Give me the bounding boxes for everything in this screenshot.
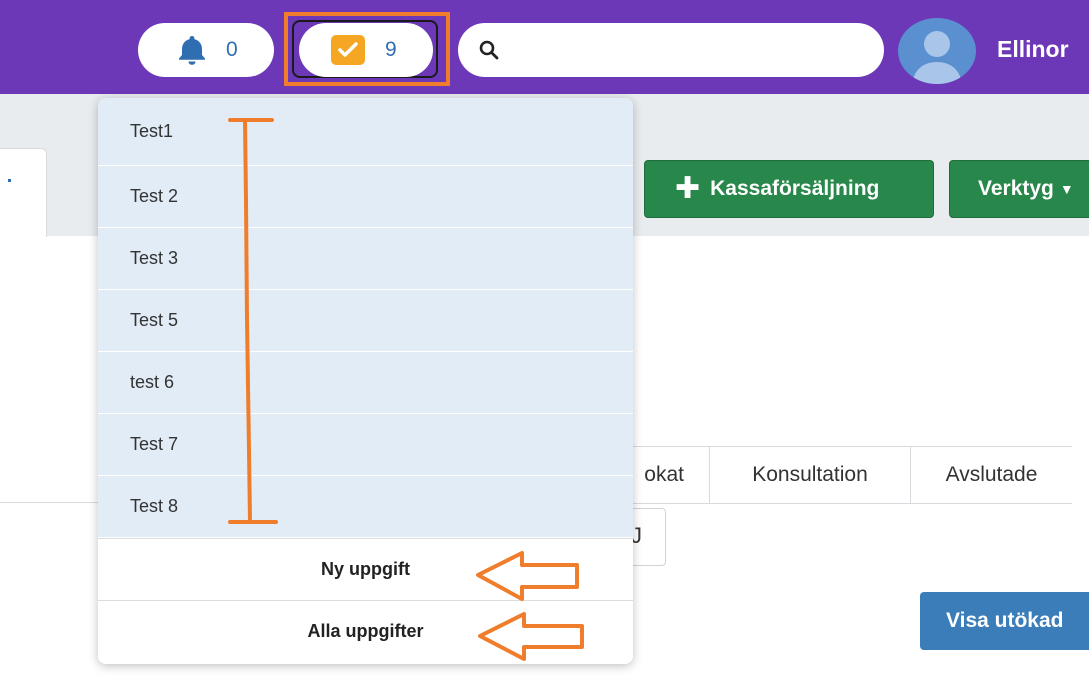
- plus-icon: ✚: [675, 172, 701, 205]
- list-item[interactable]: test 6: [98, 352, 633, 414]
- tabs-divider: [0, 502, 100, 503]
- list-item[interactable]: Test 5: [98, 290, 633, 352]
- task-check-icon: [331, 35, 365, 65]
- kassaforsaljning-button[interactable]: ✚ Kassaförsäljning: [644, 160, 934, 218]
- tasks-count: 9: [385, 38, 397, 61]
- list-item[interactable]: Test 2: [98, 166, 633, 228]
- notifications-count: 0: [226, 38, 238, 61]
- list-item[interactable]: Test 7: [98, 414, 633, 476]
- tasks-dropdown: Test1 Test 2 Test 3 Test 5 test 6 Test 7…: [98, 98, 633, 664]
- all-tasks-button[interactable]: Alla uppgifter: [98, 600, 633, 662]
- tab-avslutade[interactable]: Avslutade: [910, 446, 1072, 504]
- visa-utokad-button[interactable]: Visa utökad: [920, 592, 1089, 650]
- verktyg-button[interactable]: Verktyg ▼: [949, 160, 1089, 218]
- verktyg-label: Verktyg: [978, 177, 1054, 200]
- list-item[interactable]: Test1: [98, 98, 633, 166]
- user-silhouette-icon: [912, 31, 962, 84]
- bell-icon: [179, 36, 205, 65]
- caret-down-icon: ▼: [1059, 181, 1074, 197]
- new-task-button[interactable]: Ny uppgift: [98, 538, 633, 600]
- search-input[interactable]: [458, 23, 884, 77]
- list-item[interactable]: Test 3: [98, 228, 633, 290]
- kassaforsaljning-label: Kassaförsäljning: [710, 177, 880, 200]
- tasks-button[interactable]: 9: [299, 23, 433, 77]
- list-item[interactable]: Test 8: [98, 476, 633, 538]
- tab-konsultation[interactable]: Konsultation: [709, 446, 911, 504]
- search-icon: [479, 40, 499, 60]
- avatar[interactable]: [898, 18, 976, 84]
- username[interactable]: Ellinor: [997, 36, 1069, 63]
- notifications-button[interactable]: 0: [138, 23, 274, 77]
- tab-partial[interactable]: [0, 148, 47, 237]
